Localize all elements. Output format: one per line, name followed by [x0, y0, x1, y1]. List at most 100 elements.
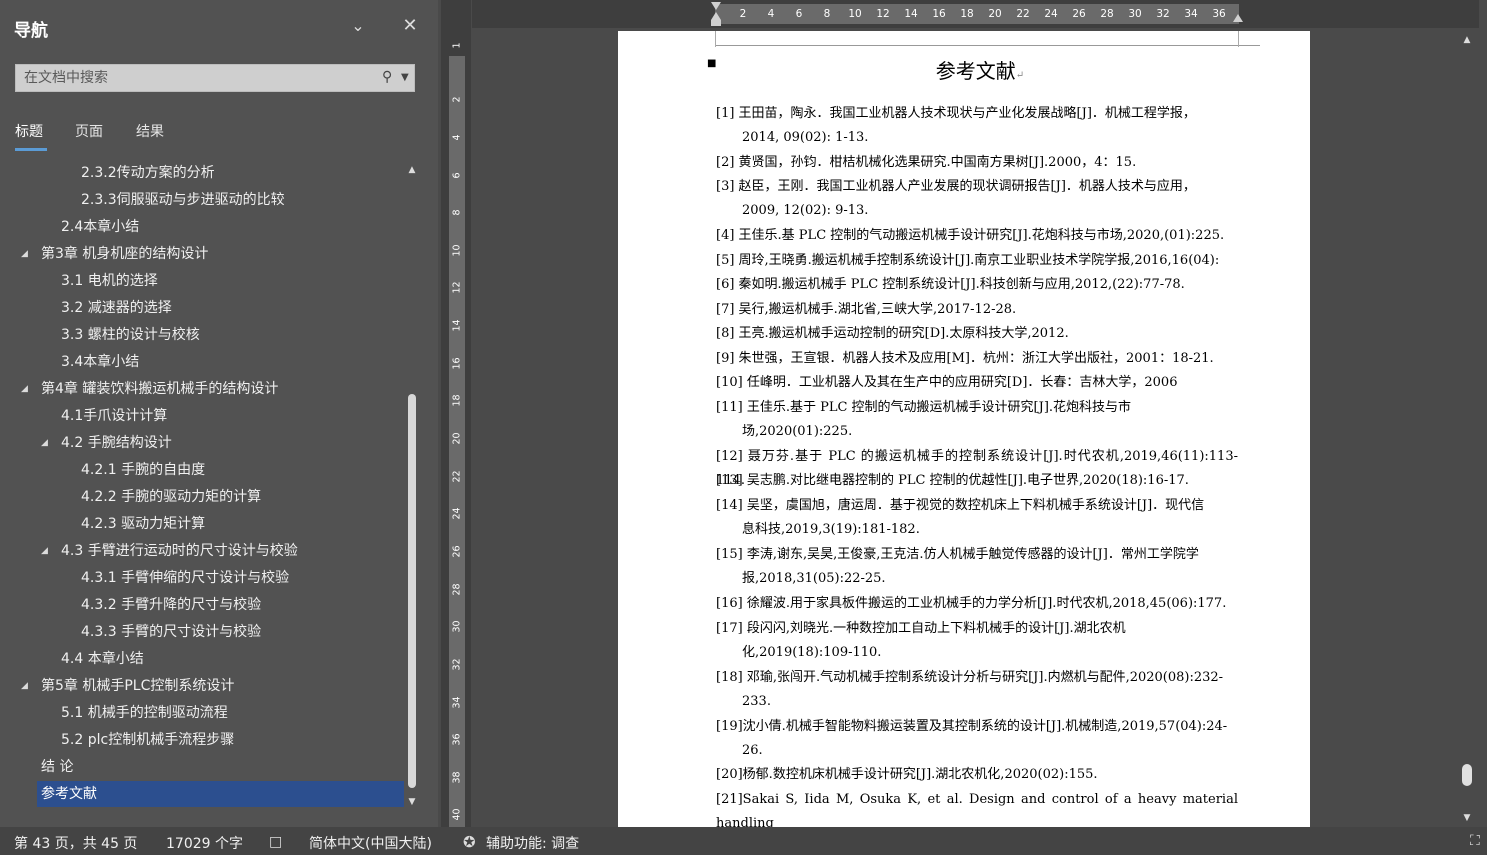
nav-item[interactable]: 5.1 机械手的控制驱动流程 [61, 700, 228, 726]
nav-item[interactable]: 4.2.3 驱动力矩计算 [81, 511, 205, 537]
horizontal-ruler[interactable]: 2 4 6 8 10 12 14 16 18 20 22 24 26 28 30 32 34 36 [472, 0, 1479, 28]
reference-entry: [20]杨郁.数控机床机械手设计研究[J].湖北农机化,2020(02):155… [716, 763, 1238, 787]
expanded-caret-icon[interactable]: ◢ [41, 430, 53, 456]
reference-entry: [5] 周玲,王晓勇.搬运机械手控制系统设计[J].南京工业职业技术学院学报,2… [716, 249, 1238, 273]
nav-item[interactable]: 4.2.1 手腕的自由度 [81, 457, 205, 483]
vertical-ruler[interactable]: 1 2 4 6 8 10 12 14 16 18 20 22 24 26 28 30 32 34 36 38 40 [441, 28, 471, 827]
reference-line: 息科技,2019,3(19):181-182. [742, 522, 920, 538]
expanded-caret-icon[interactable]: ◢ [21, 241, 33, 267]
document-scrollbar[interactable]: ▲ ▼ [1459, 34, 1475, 824]
tab-results[interactable]: 结果 [136, 121, 164, 141]
nav-item[interactable]: 4.4 本章小结 [61, 646, 144, 672]
reference-entry: [15] 李涛,谢东,吴昊,王俊豪,王克洁.仿人机械手触觉传感器的设计[J]．常… [716, 543, 1238, 592]
reference-line: [18] 邓瑜,张闯开.气动机械手控制系统设计分析与研究[J].内燃机与配件,2… [716, 670, 1224, 685]
accessibility-icon[interactable]: ✪ [463, 833, 481, 851]
nav-item[interactable]: 5.2 plc控制机械手流程步骤 [61, 727, 234, 753]
expanded-caret-icon[interactable]: ◢ [21, 673, 33, 699]
focus-mode-icon[interactable]: ⛶ [1470, 833, 1486, 851]
nav-item[interactable]: 2.4本章小结 [61, 214, 139, 240]
ruler-tick: 30 [1128, 8, 1142, 20]
left-indent-marker[interactable] [711, 20, 721, 26]
ruler-tick: 14 [904, 8, 918, 20]
ruler-tick: 8 [823, 8, 831, 20]
ruler-tick: 24 [1044, 8, 1058, 20]
scroll-down-icon[interactable]: ▼ [1461, 812, 1473, 824]
reference-line: [2] 黄贤国，孙钧．柑桔机械化选果研究.中国南方果树[J].2000，4：15… [716, 155, 1137, 170]
accessibility-status[interactable]: 辅助功能: 调查 [486, 833, 579, 853]
ruler-tick: 10 [451, 244, 463, 257]
expanded-caret-icon[interactable]: ◢ [21, 376, 33, 402]
scroll-up-icon[interactable]: ▲ [406, 164, 418, 176]
close-icon[interactable]: ✕ [398, 14, 422, 38]
nav-item[interactable]: 第5章 机械手PLC控制系统设计 [41, 673, 234, 699]
nav-item-label: 第5章 机械手PLC控制系统设计 [41, 678, 235, 694]
search-box[interactable]: ⚲ ▼ [15, 64, 415, 92]
ruler-tick: 28 [451, 583, 463, 596]
heading-tree: 2.3.2传动方案的分析 2.3.3伺服驱动与步进驱动的比较 2.4本章小结第3章 … [0, 160, 404, 810]
nav-item-label: 2.4本章小结 [61, 219, 140, 235]
nav-item[interactable]: 4.3.1 手臂伸缩的尺寸设计与校验 [81, 565, 289, 591]
nav-item[interactable]: 2.3.3伺服驱动与步进驱动的比较 [81, 187, 285, 213]
ruler-tick: 32 [1156, 8, 1170, 20]
reference-entry: [11] 王佳乐.基于 PLC 控制的气动搬运机械手设计研究[J].花炮科技与市… [716, 396, 1238, 445]
nav-item[interactable]: 4.3 手臂进行运动时的尺寸设计与校验 [61, 538, 298, 564]
ruler-tick: 4 [451, 134, 463, 141]
nav-item[interactable]: 4.2 手腕结构设计 [61, 430, 172, 456]
nav-item-label: 4.3 手臂进行运动时的尺寸设计与校验 [61, 543, 298, 559]
reference-entry: [8] 王亮.搬运机械手运动控制的研究[D].太原科技大学,2012. [716, 322, 1238, 346]
nav-title: 导航 [14, 21, 48, 41]
search-input[interactable] [16, 65, 376, 91]
nav-item[interactable]: 第3章 机身机座的结构设计 [41, 241, 208, 267]
nav-item[interactable]: 4.3.2 手臂升降的尺寸与校验 [81, 592, 261, 618]
tab-headings[interactable]: 标题 [15, 121, 43, 141]
reference-line: [14] 吴坚，虞国旭，唐运周．基于视觉的数控机床上下料机械手系统设计[J]．现… [716, 498, 1205, 513]
proofing-icon[interactable]: □ [269, 834, 287, 850]
ruler-tick: 22 [1016, 8, 1030, 20]
reference-entry: [16] 徐耀波.用于家具板件搬运的工业机械手的力学分析[J].时代农机,201… [716, 592, 1238, 616]
nav-item[interactable]: 2.3.2传动方案的分析 [81, 160, 215, 186]
reference-line: [3] 赵臣，王刚．我国工业机器人产业发展的现状调研报告[J]．机器人技术与应用… [716, 179, 1196, 194]
nav-item[interactable]: 参考文献 [37, 781, 404, 807]
search-options-icon[interactable]: ▼ [401, 69, 415, 87]
reference-line: 化,2019(18):109-110. [742, 645, 882, 661]
reference-line: [15] 李涛,谢东,吴昊,王俊豪,王克洁.仿人机械手触觉传感器的设计[J]．常… [716, 547, 1199, 562]
nav-scrollbar[interactable]: ▲ ▼ [404, 164, 420, 808]
nav-item[interactable]: 3.4本章小结 [61, 349, 139, 375]
scroll-down-icon[interactable]: ▼ [406, 796, 418, 808]
nav-item[interactable]: 第4章 罐装饮料搬运机械手的结构设计 [41, 376, 278, 402]
margin-corner [715, 31, 716, 47]
word-count[interactable]: 17029 个字 [166, 833, 243, 853]
doc-scroll-thumb[interactable] [1462, 764, 1472, 786]
scroll-up-icon[interactable]: ▲ [1461, 34, 1473, 46]
reference-line: [11] 王佳乐.基于 PLC 控制的气动搬运机械手设计研究[J].花炮科技与市 [716, 400, 1132, 415]
reference-entry: [14] 吴坚，虞国旭，唐运周．基于视觉的数控机床上下料机械手系统设计[J]．现… [716, 494, 1238, 543]
document-page[interactable]: ■ 参考文献↵ [1] 王田苗，陶永．我国工业机器人技术现状与产业化发展战略[J… [618, 31, 1310, 827]
nav-item[interactable]: 4.2.2 手腕的驱动力矩的计算 [81, 484, 261, 510]
nav-item[interactable]: 3.1 电机的选择 [61, 268, 158, 294]
reference-entry: [4] 王佳乐.基 PLC 控制的气动搬运机械手设计研究[J].花炮科技与市场,… [716, 224, 1238, 248]
ruler-tick: 2 [739, 8, 747, 20]
nav-item[interactable]: 3.2 减速器的选择 [61, 295, 172, 321]
nav-item-label: 第3章 机身机座的结构设计 [41, 246, 209, 262]
language-indicator[interactable]: 简体中文(中国大陆) [309, 833, 432, 853]
ruler-tick: 20 [451, 432, 463, 445]
nav-item[interactable]: 结 论 [41, 754, 73, 780]
nav-item[interactable]: 3.3 螺柱的设计与校核 [61, 322, 200, 348]
nav-item-label: 第4章 罐装饮料搬运机械手的结构设计 [41, 381, 279, 397]
chevron-down-icon[interactable]: ⌄ [346, 14, 370, 38]
tab-pages[interactable]: 页面 [75, 121, 103, 141]
reference-line: 2009, 12(02): 9-13. [742, 203, 869, 219]
nav-item-label: 4.2.2 手腕的驱动力矩的计算 [81, 489, 262, 505]
reference-line: [9] 朱世强，王宣银．机器人技术及应用[M]．杭州：浙江大学出版社，2001：… [716, 351, 1214, 366]
expanded-caret-icon[interactable]: ◢ [41, 538, 53, 564]
nav-scroll-thumb[interactable] [408, 394, 416, 788]
navigation-pane: 导航 ⌄ ✕ ⚲ ▼ 标题 页面 结果 2.3.2传动方案的分析 2.3.3伺服驱… [0, 0, 438, 827]
ruler-tick: 34 [1184, 8, 1198, 20]
reference-line: [10] 任峰明．工业机器人及其在生产中的应用研究[D]．长春：吉林大学，200… [716, 375, 1178, 390]
nav-item[interactable]: 4.1手爪设计计算 [61, 403, 167, 429]
nav-item[interactable]: 4.3.3 手臂的尺寸设计与校验 [81, 619, 261, 645]
page-count[interactable]: 第 43 页，共 45 页 [14, 833, 137, 853]
search-icon[interactable]: ⚲ [382, 69, 400, 87]
nav-item-label: 2.3.3伺服驱动与步进驱动的比较 [81, 192, 285, 208]
nav-item-label: 4.3.2 手臂升降的尺寸与校验 [81, 597, 262, 613]
